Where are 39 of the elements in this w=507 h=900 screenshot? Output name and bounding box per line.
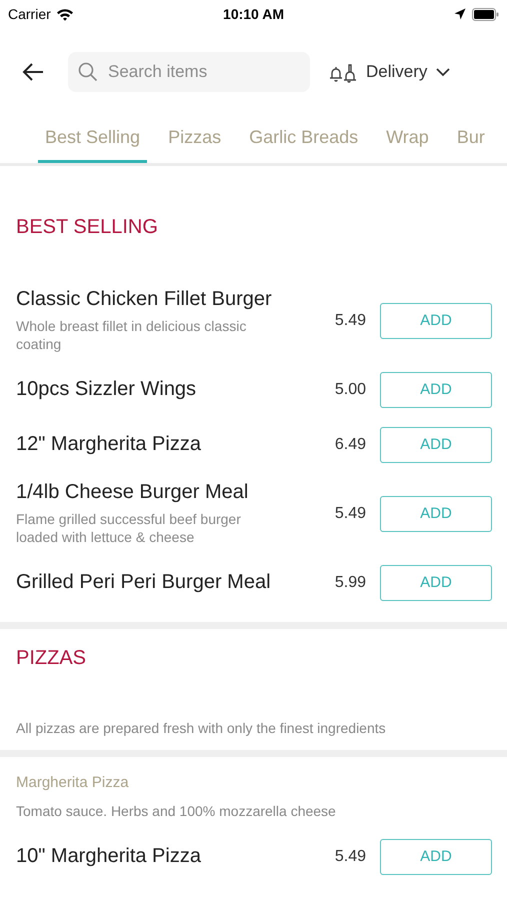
item-name: 1/4lb Cheese Burger Meal <box>16 481 250 504</box>
carrier-label: Carrier <box>8 6 51 22</box>
item-price: 5.99 <box>334 574 366 592</box>
section-title: BEST SELLING <box>15 215 159 239</box>
clock: 10:10 AM <box>223 6 284 22</box>
section-note: All pizzas are prepared fresh with only the finest ingredients <box>15 720 387 736</box>
section-title: PIZZAS <box>15 646 88 670</box>
item-name: Grilled Peri Peri Burger Meal <box>16 571 272 594</box>
add-button[interactable]: ADD <box>380 838 492 874</box>
item-name: 10" Margherita Pizza <box>16 845 202 868</box>
category-tab[interactable]: Best Selling <box>38 115 148 163</box>
add-button[interactable]: ADD <box>380 372 492 408</box>
add-button[interactable]: ADD <box>380 564 492 600</box>
location-arrow-icon <box>454 8 466 20</box>
delivery-dropdown[interactable]: Delivery <box>328 61 452 83</box>
category-tab[interactable]: Wrap <box>379 115 436 163</box>
item-price: 5.49 <box>334 504 366 522</box>
item-price: 5.49 <box>334 848 366 866</box>
category-tab[interactable]: Garlic Breads <box>242 115 366 163</box>
item-price: 5.49 <box>334 312 366 330</box>
back-arrow-icon[interactable] <box>22 63 44 81</box>
wifi-icon <box>56 8 74 20</box>
add-button[interactable]: ADD <box>380 496 492 532</box>
item-name: Classic Chicken Fillet Burger <box>16 288 273 311</box>
search-field[interactable]: Search items <box>68 52 310 92</box>
item-price: 5.00 <box>334 380 366 398</box>
add-button[interactable]: ADD <box>380 426 492 462</box>
group-description: Tomato sauce. Herbs and 100% mozzarella cheese <box>15 803 337 819</box>
group-title: Margherita Pizza <box>15 774 130 791</box>
item-name: 12" Margherita Pizza <box>16 433 202 456</box>
category-tab[interactable]: Bur <box>450 115 492 163</box>
item-description: Flame grilled successful beef burger loaded with lettuce & cheese <box>16 510 242 546</box>
item-name: 10pcs Sizzler Wings <box>16 378 198 401</box>
item-price: 6.49 <box>334 436 366 454</box>
item-description: Whole breast fillet in delicious classic coating <box>16 317 248 353</box>
category-tab[interactable]: Pizzas <box>161 115 228 163</box>
add-button[interactable]: ADD <box>380 302 492 338</box>
battery-icon <box>472 8 500 20</box>
chevron-down-icon <box>435 67 452 77</box>
